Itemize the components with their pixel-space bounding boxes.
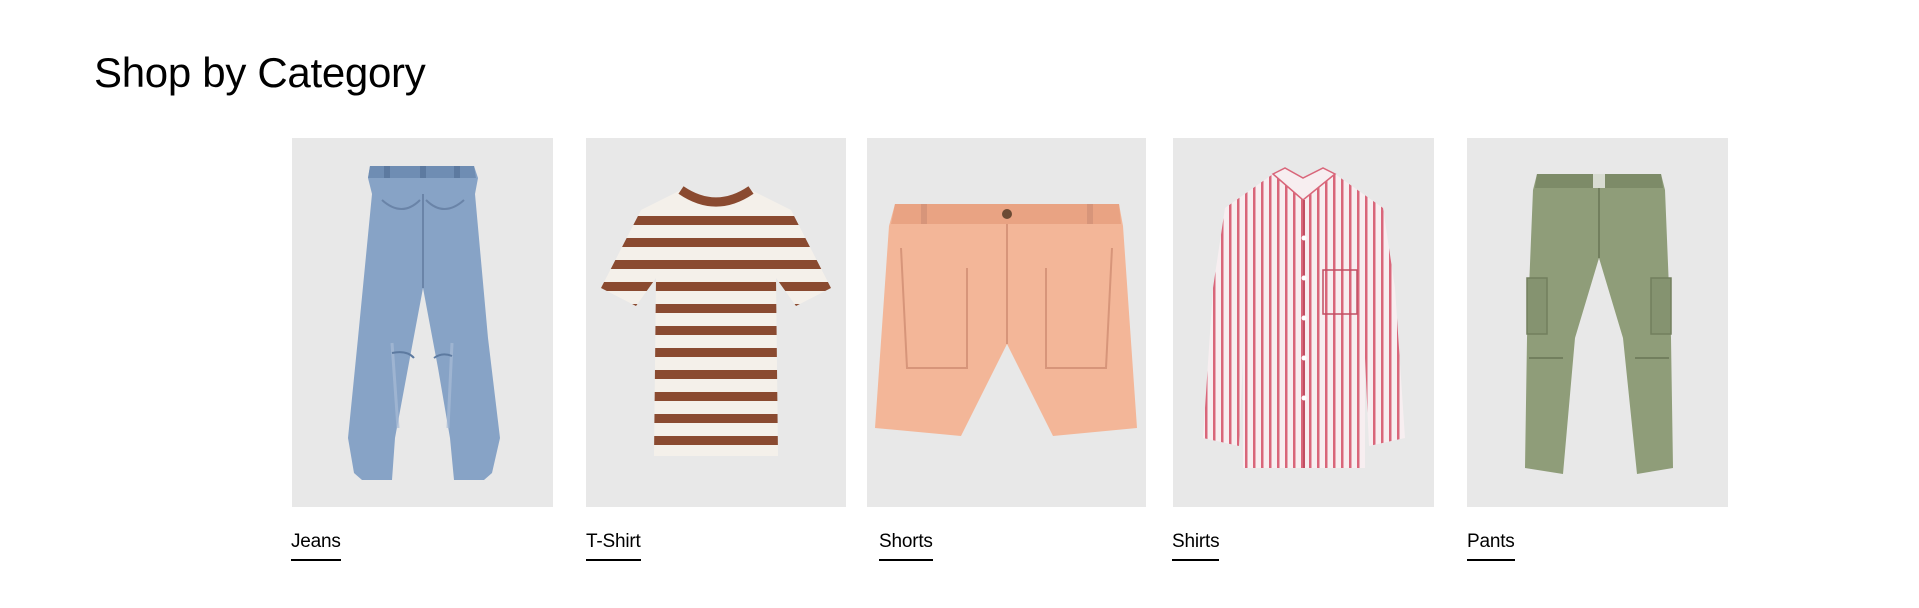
category-card-shirts[interactable]: Shirts — [1172, 138, 1434, 561]
category-card-pants[interactable]: Pants — [1467, 138, 1728, 561]
pants-image[interactable] — [1467, 138, 1728, 507]
shorts-image[interactable] — [867, 138, 1146, 507]
tshirt-illustration — [601, 186, 831, 456]
category-label-shorts[interactable]: Shorts — [879, 531, 933, 561]
shirts-image[interactable] — [1173, 138, 1434, 507]
category-label-pants[interactable]: Pants — [1467, 531, 1515, 561]
section-title: Shop by Category — [94, 49, 426, 96]
category-label-shirts[interactable]: Shirts — [1172, 531, 1220, 561]
jeans-image[interactable] — [292, 138, 553, 507]
shorts-illustration — [875, 204, 1137, 436]
category-card-tshirt[interactable]: T-Shirt — [586, 138, 846, 561]
jeans-illustration — [348, 166, 500, 480]
pants-illustration — [1525, 174, 1673, 474]
tshirt-image[interactable] — [586, 138, 846, 507]
category-label-tshirt[interactable]: T-Shirt — [586, 531, 641, 561]
category-card-jeans[interactable]: Jeans — [291, 138, 553, 561]
category-card-shorts[interactable]: Shorts — [867, 138, 1146, 561]
category-label-jeans[interactable]: Jeans — [291, 531, 341, 561]
shirts-illustration — [1203, 167, 1405, 468]
